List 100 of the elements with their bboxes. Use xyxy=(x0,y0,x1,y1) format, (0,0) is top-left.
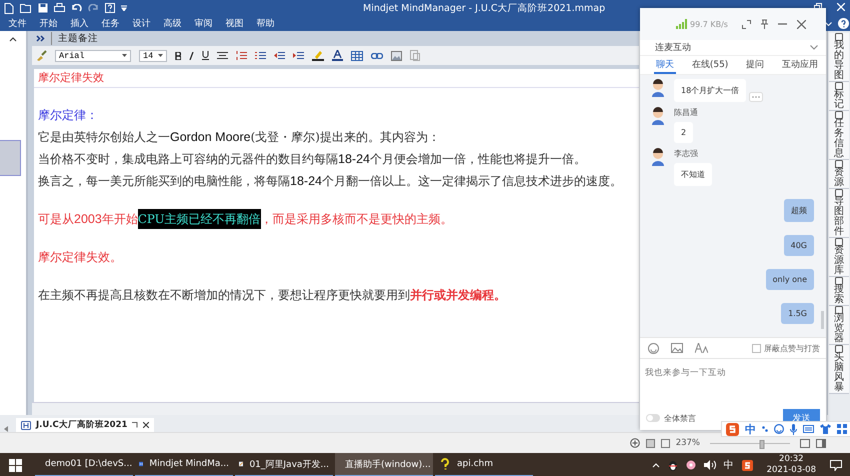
pin-icon[interactable] xyxy=(132,422,138,428)
menu-item[interactable]: 插入 xyxy=(64,17,95,30)
channel-dropdown[interactable]: 连麦互动 xyxy=(640,40,826,56)
brush-icon[interactable] xyxy=(36,50,47,61)
fit-icon[interactable] xyxy=(800,438,810,448)
zoom-icon[interactable] xyxy=(630,438,640,448)
note-editor[interactable] xyxy=(34,88,639,402)
chat-tab[interactable]: 在线(55) xyxy=(690,56,730,74)
notification-icon[interactable] xyxy=(830,460,842,470)
expand-icon[interactable] xyxy=(742,20,751,28)
scroll-left-icon[interactable] xyxy=(4,426,8,432)
numbered-list-icon[interactable] xyxy=(236,51,247,60)
sogou-icon[interactable] xyxy=(742,460,753,470)
chat-tab[interactable]: 提问 xyxy=(744,56,766,74)
scroll-thumb[interactable] xyxy=(0,140,21,176)
grid-icon[interactable] xyxy=(837,424,847,434)
help-icon[interactable] xyxy=(105,3,115,13)
input-method-indicator[interactable]: 中 xyxy=(724,458,734,472)
undo-icon[interactable] xyxy=(71,4,82,12)
punctuation-icon[interactable] xyxy=(762,426,768,432)
align-icon[interactable] xyxy=(217,52,228,60)
minimize-icon[interactable] xyxy=(778,23,787,25)
clock-time[interactable]: 20:32 xyxy=(779,454,804,465)
document-tab[interactable]: J.U.C大厂高阶班2021 xyxy=(16,418,154,432)
penguin-icon[interactable] xyxy=(668,460,678,470)
side-panel-tab[interactable]: 资源库 xyxy=(829,238,849,277)
underline-icon[interactable] xyxy=(202,51,209,60)
font-color-icon[interactable] xyxy=(332,50,343,61)
keyboard-icon[interactable] xyxy=(803,425,814,433)
scrollbar-thumb[interactable] xyxy=(821,311,824,329)
shirt-icon[interactable] xyxy=(820,424,831,434)
caret-icon[interactable] xyxy=(122,54,127,57)
chevron-up-icon[interactable] xyxy=(652,462,660,468)
panel-icon[interactable] xyxy=(835,82,843,90)
menu-item[interactable]: 审阅 xyxy=(188,17,219,30)
font-dropdown[interactable]: Arial xyxy=(55,50,131,62)
font-size-dropdown[interactable]: 14 xyxy=(139,50,167,62)
side-panel-tab[interactable]: 导图部件 xyxy=(829,189,849,238)
caret-icon[interactable] xyxy=(158,54,163,57)
menu-item[interactable]: 设计 xyxy=(126,17,157,30)
panel-icon[interactable] xyxy=(835,277,843,285)
horizontal-scrollbar[interactable] xyxy=(32,402,639,415)
menu-item[interactable]: 视图 xyxy=(219,17,250,30)
chat-tab[interactable]: 互动应用 xyxy=(780,56,820,74)
mute-all-toggle[interactable] xyxy=(646,414,660,422)
zoom-slider-thumb[interactable] xyxy=(760,440,764,448)
side-panel-tab[interactable]: 资源 xyxy=(829,160,849,189)
input-mode[interactable]: 中 xyxy=(745,422,756,436)
flower-icon[interactable] xyxy=(686,460,696,470)
panel-icon[interactable] xyxy=(835,306,843,314)
italic-icon[interactable] xyxy=(189,52,194,60)
image-icon[interactable] xyxy=(391,50,402,60)
menu-item[interactable]: 文件 xyxy=(2,17,33,30)
customize-icon[interactable] xyxy=(121,5,127,11)
taskbar-app[interactable]: 直播助手(window)... xyxy=(335,453,433,476)
panel-icon[interactable] xyxy=(835,345,843,353)
bullet-list-icon[interactable] xyxy=(255,51,266,60)
menu-item[interactable]: 帮助 xyxy=(250,17,281,30)
side-panel-tab[interactable]: 头脑风暴 xyxy=(829,345,849,394)
image-icon[interactable] xyxy=(671,343,683,353)
side-panel-tab[interactable]: 标记 xyxy=(829,82,849,111)
menu-item[interactable]: 任务 xyxy=(95,17,126,30)
open-folder-icon[interactable] xyxy=(20,3,32,13)
new-document-icon[interactable] xyxy=(4,2,14,14)
volume-icon[interactable] xyxy=(704,460,716,470)
taskbar-app[interactable]: Mindjet MindMa... xyxy=(135,453,233,476)
panel-icon[interactable] xyxy=(816,438,826,448)
taskbar-app[interactable]: demo01 [D:\devS... xyxy=(35,453,133,476)
side-panel-tab[interactable]: 任务信息 xyxy=(829,111,849,160)
message-input-field[interactable]: 我也来参与一下互动 xyxy=(640,359,826,406)
windows-start-icon[interactable] xyxy=(9,458,22,472)
double-chevron-icon[interactable] xyxy=(36,35,45,42)
redo-icon[interactable] xyxy=(88,4,99,12)
panel-icon[interactable] xyxy=(835,160,843,168)
close-icon[interactable] xyxy=(143,422,150,428)
taskbar-app[interactable]: 01_阿里Java开发... xyxy=(235,453,333,476)
panel-icon[interactable] xyxy=(835,238,843,246)
collapse-icon[interactable] xyxy=(9,37,17,42)
pin-icon[interactable] xyxy=(760,19,768,29)
emoji-icon[interactable] xyxy=(648,342,659,354)
taskbar-app[interactable]: api.chm xyxy=(435,453,533,476)
table-icon[interactable] xyxy=(351,50,363,60)
outdent-icon[interactable] xyxy=(274,51,285,60)
help-icon[interactable] xyxy=(838,18,849,29)
close-icon[interactable] xyxy=(796,20,806,28)
save-icon[interactable] xyxy=(38,3,48,13)
note-title-field[interactable]: 摩尔定律失效 xyxy=(34,69,639,88)
side-panel-tab[interactable]: 搜索 xyxy=(829,277,849,306)
panel-icon[interactable] xyxy=(835,111,843,119)
panel-icon[interactable] xyxy=(835,189,843,197)
menu-item[interactable]: 开始 xyxy=(33,17,64,30)
bold-icon[interactable] xyxy=(175,52,181,60)
block-gifts-checkbox[interactable]: 屏蔽点赞与打赏 xyxy=(752,342,820,354)
menu-item[interactable]: 高级 xyxy=(157,17,188,30)
link-icon[interactable] xyxy=(371,52,383,58)
microphone-icon[interactable] xyxy=(790,424,797,434)
panel-icon[interactable] xyxy=(835,33,843,41)
font-icon[interactable] xyxy=(695,343,708,353)
emoji-icon[interactable] xyxy=(774,424,784,434)
clock-date[interactable]: 2021-03-08 xyxy=(766,465,816,476)
